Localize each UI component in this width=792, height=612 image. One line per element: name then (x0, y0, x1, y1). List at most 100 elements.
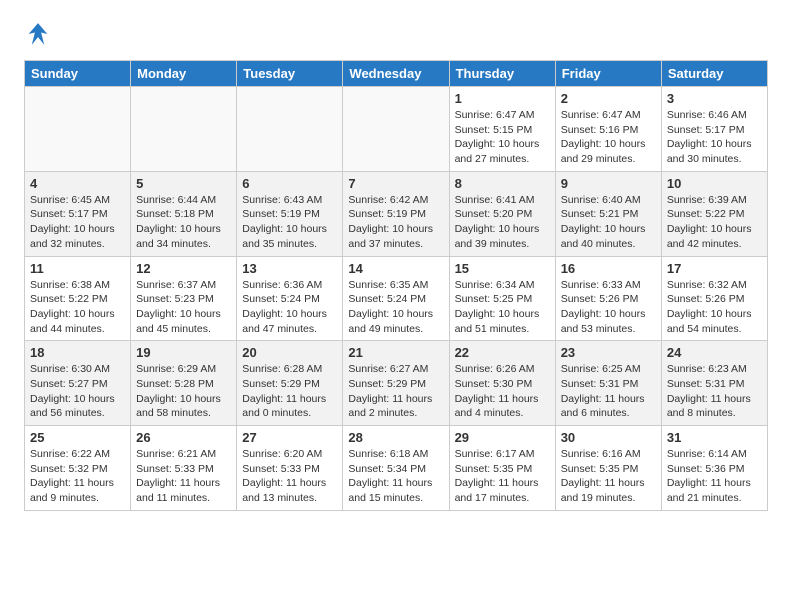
day-info: Sunrise: 6:20 AM Sunset: 5:33 PM Dayligh… (242, 447, 337, 506)
day-number: 10 (667, 176, 762, 191)
logo (24, 20, 56, 48)
calendar-cell: 25 Sunrise: 6:22 AM Sunset: 5:32 PM Dayli… (25, 426, 131, 511)
calendar-cell: 13 Sunrise: 6:36 AM Sunset: 5:24 PM Dayli… (237, 256, 343, 341)
calendar-body: 1Sunrise: 6:47 AM Sunset: 5:15 PM Daylig… (25, 87, 768, 511)
calendar-cell: 1Sunrise: 6:47 AM Sunset: 5:15 PM Daylig… (449, 87, 555, 172)
day-number: 24 (667, 345, 762, 360)
calendar-cell: 11Sunrise: 6:38 AM Sunset: 5:22 PM Dayli… (25, 256, 131, 341)
day-info: Sunrise: 6:36 AM Sunset: 5:24 PM Dayligh… (242, 278, 337, 337)
calendar-cell: 2 Sunrise: 6:47 AM Sunset: 5:16 PM Daylig… (555, 87, 661, 172)
calendar-cell: 29Sunrise: 6:17 AM Sunset: 5:35 PM Dayli… (449, 426, 555, 511)
calendar-cell: 6 Sunrise: 6:43 AM Sunset: 5:19 PM Daylig… (237, 171, 343, 256)
day-info: Sunrise: 6:44 AM Sunset: 5:18 PM Dayligh… (136, 193, 231, 252)
calendar-cell: 7 Sunrise: 6:42 AM Sunset: 5:19 PM Daylig… (343, 171, 449, 256)
weekday-header-friday: Friday (555, 61, 661, 87)
day-number: 21 (348, 345, 443, 360)
calendar-week-4: 18Sunrise: 6:30 AM Sunset: 5:27 PM Dayli… (25, 341, 768, 426)
day-info: Sunrise: 6:14 AM Sunset: 5:36 PM Dayligh… (667, 447, 762, 506)
day-number: 14 (348, 261, 443, 276)
day-info: Sunrise: 6:21 AM Sunset: 5:33 PM Dayligh… (136, 447, 231, 506)
calendar-table: SundayMondayTuesdayWednesdayThursdayFrid… (24, 60, 768, 511)
day-number: 3 (667, 91, 762, 106)
calendar-header: SundayMondayTuesdayWednesdayThursdayFrid… (25, 61, 768, 87)
weekday-header-thursday: Thursday (449, 61, 555, 87)
calendar-cell: 3 Sunrise: 6:46 AM Sunset: 5:17 PM Daylig… (661, 87, 767, 172)
day-number: 2 (561, 91, 656, 106)
calendar-cell: 9 Sunrise: 6:40 AM Sunset: 5:21 PM Daylig… (555, 171, 661, 256)
day-info: Sunrise: 6:43 AM Sunset: 5:19 PM Dayligh… (242, 193, 337, 252)
calendar-cell (25, 87, 131, 172)
day-number: 5 (136, 176, 231, 191)
calendar-cell: 31 Sunrise: 6:14 AM Sunset: 5:36 PM Dayli… (661, 426, 767, 511)
day-info: Sunrise: 6:25 AM Sunset: 5:31 PM Dayligh… (561, 362, 656, 421)
weekday-header-sunday: Sunday (25, 61, 131, 87)
day-info: Sunrise: 6:22 AM Sunset: 5:32 PM Dayligh… (30, 447, 125, 506)
day-number: 30 (561, 430, 656, 445)
day-info: Sunrise: 6:41 AM Sunset: 5:20 PM Dayligh… (455, 193, 550, 252)
day-info: Sunrise: 6:26 AM Sunset: 5:30 PM Dayligh… (455, 362, 550, 421)
day-info: Sunrise: 6:42 AM Sunset: 5:19 PM Dayligh… (348, 193, 443, 252)
day-info: Sunrise: 6:18 AM Sunset: 5:34 PM Dayligh… (348, 447, 443, 506)
day-number: 1 (455, 91, 550, 106)
logo-icon (24, 20, 52, 48)
day-info: Sunrise: 6:16 AM Sunset: 5:35 PM Dayligh… (561, 447, 656, 506)
calendar-cell: 20 Sunrise: 6:28 AM Sunset: 5:29 PM Dayli… (237, 341, 343, 426)
day-number: 9 (561, 176, 656, 191)
day-info: Sunrise: 6:23 AM Sunset: 5:31 PM Dayligh… (667, 362, 762, 421)
day-number: 28 (348, 430, 443, 445)
day-info: Sunrise: 6:17 AM Sunset: 5:35 PM Dayligh… (455, 447, 550, 506)
calendar-cell: 30 Sunrise: 6:16 AM Sunset: 5:35 PM Dayli… (555, 426, 661, 511)
day-number: 19 (136, 345, 231, 360)
day-number: 26 (136, 430, 231, 445)
day-number: 11 (30, 261, 125, 276)
day-number: 18 (30, 345, 125, 360)
calendar-week-1: 1Sunrise: 6:47 AM Sunset: 5:15 PM Daylig… (25, 87, 768, 172)
calendar-week-2: 4 Sunrise: 6:45 AM Sunset: 5:17 PM Daylig… (25, 171, 768, 256)
calendar-cell: 24 Sunrise: 6:23 AM Sunset: 5:31 PM Dayli… (661, 341, 767, 426)
calendar-cell (131, 87, 237, 172)
calendar-cell: 19 Sunrise: 6:29 AM Sunset: 5:28 PM Dayli… (131, 341, 237, 426)
day-info: Sunrise: 6:28 AM Sunset: 5:29 PM Dayligh… (242, 362, 337, 421)
day-number: 17 (667, 261, 762, 276)
day-number: 7 (348, 176, 443, 191)
day-info: Sunrise: 6:40 AM Sunset: 5:21 PM Dayligh… (561, 193, 656, 252)
day-number: 4 (30, 176, 125, 191)
page-header (24, 20, 768, 48)
day-number: 6 (242, 176, 337, 191)
day-number: 27 (242, 430, 337, 445)
calendar-cell: 17 Sunrise: 6:32 AM Sunset: 5:26 PM Dayli… (661, 256, 767, 341)
calendar-cell: 16 Sunrise: 6:33 AM Sunset: 5:26 PM Dayli… (555, 256, 661, 341)
calendar-cell: 4 Sunrise: 6:45 AM Sunset: 5:17 PM Daylig… (25, 171, 131, 256)
calendar-cell: 12Sunrise: 6:37 AM Sunset: 5:23 PM Dayli… (131, 256, 237, 341)
calendar-cell: 8Sunrise: 6:41 AM Sunset: 5:20 PM Daylig… (449, 171, 555, 256)
day-number: 15 (455, 261, 550, 276)
calendar-cell: 22 Sunrise: 6:26 AM Sunset: 5:30 PM Dayli… (449, 341, 555, 426)
calendar-cell: 18Sunrise: 6:30 AM Sunset: 5:27 PM Dayli… (25, 341, 131, 426)
calendar-week-5: 25 Sunrise: 6:22 AM Sunset: 5:32 PM Dayli… (25, 426, 768, 511)
day-info: Sunrise: 6:46 AM Sunset: 5:17 PM Dayligh… (667, 108, 762, 167)
day-number: 22 (455, 345, 550, 360)
calendar-cell (343, 87, 449, 172)
day-number: 13 (242, 261, 337, 276)
day-info: Sunrise: 6:37 AM Sunset: 5:23 PM Dayligh… (136, 278, 231, 337)
day-info: Sunrise: 6:34 AM Sunset: 5:25 PM Dayligh… (455, 278, 550, 337)
day-number: 23 (561, 345, 656, 360)
day-info: Sunrise: 6:47 AM Sunset: 5:16 PM Dayligh… (561, 108, 656, 167)
weekday-header-wednesday: Wednesday (343, 61, 449, 87)
day-info: Sunrise: 6:27 AM Sunset: 5:29 PM Dayligh… (348, 362, 443, 421)
day-info: Sunrise: 6:33 AM Sunset: 5:26 PM Dayligh… (561, 278, 656, 337)
day-number: 25 (30, 430, 125, 445)
day-number: 20 (242, 345, 337, 360)
day-number: 31 (667, 430, 762, 445)
weekday-header-row: SundayMondayTuesdayWednesdayThursdayFrid… (25, 61, 768, 87)
calendar-cell: 28 Sunrise: 6:18 AM Sunset: 5:34 PM Dayli… (343, 426, 449, 511)
calendar-cell: 10Sunrise: 6:39 AM Sunset: 5:22 PM Dayli… (661, 171, 767, 256)
day-info: Sunrise: 6:29 AM Sunset: 5:28 PM Dayligh… (136, 362, 231, 421)
day-info: Sunrise: 6:45 AM Sunset: 5:17 PM Dayligh… (30, 193, 125, 252)
day-info: Sunrise: 6:32 AM Sunset: 5:26 PM Dayligh… (667, 278, 762, 337)
day-number: 16 (561, 261, 656, 276)
weekday-header-monday: Monday (131, 61, 237, 87)
calendar-cell: 23 Sunrise: 6:25 AM Sunset: 5:31 PM Dayli… (555, 341, 661, 426)
calendar-week-3: 11Sunrise: 6:38 AM Sunset: 5:22 PM Dayli… (25, 256, 768, 341)
calendar-cell: 5 Sunrise: 6:44 AM Sunset: 5:18 PM Daylig… (131, 171, 237, 256)
